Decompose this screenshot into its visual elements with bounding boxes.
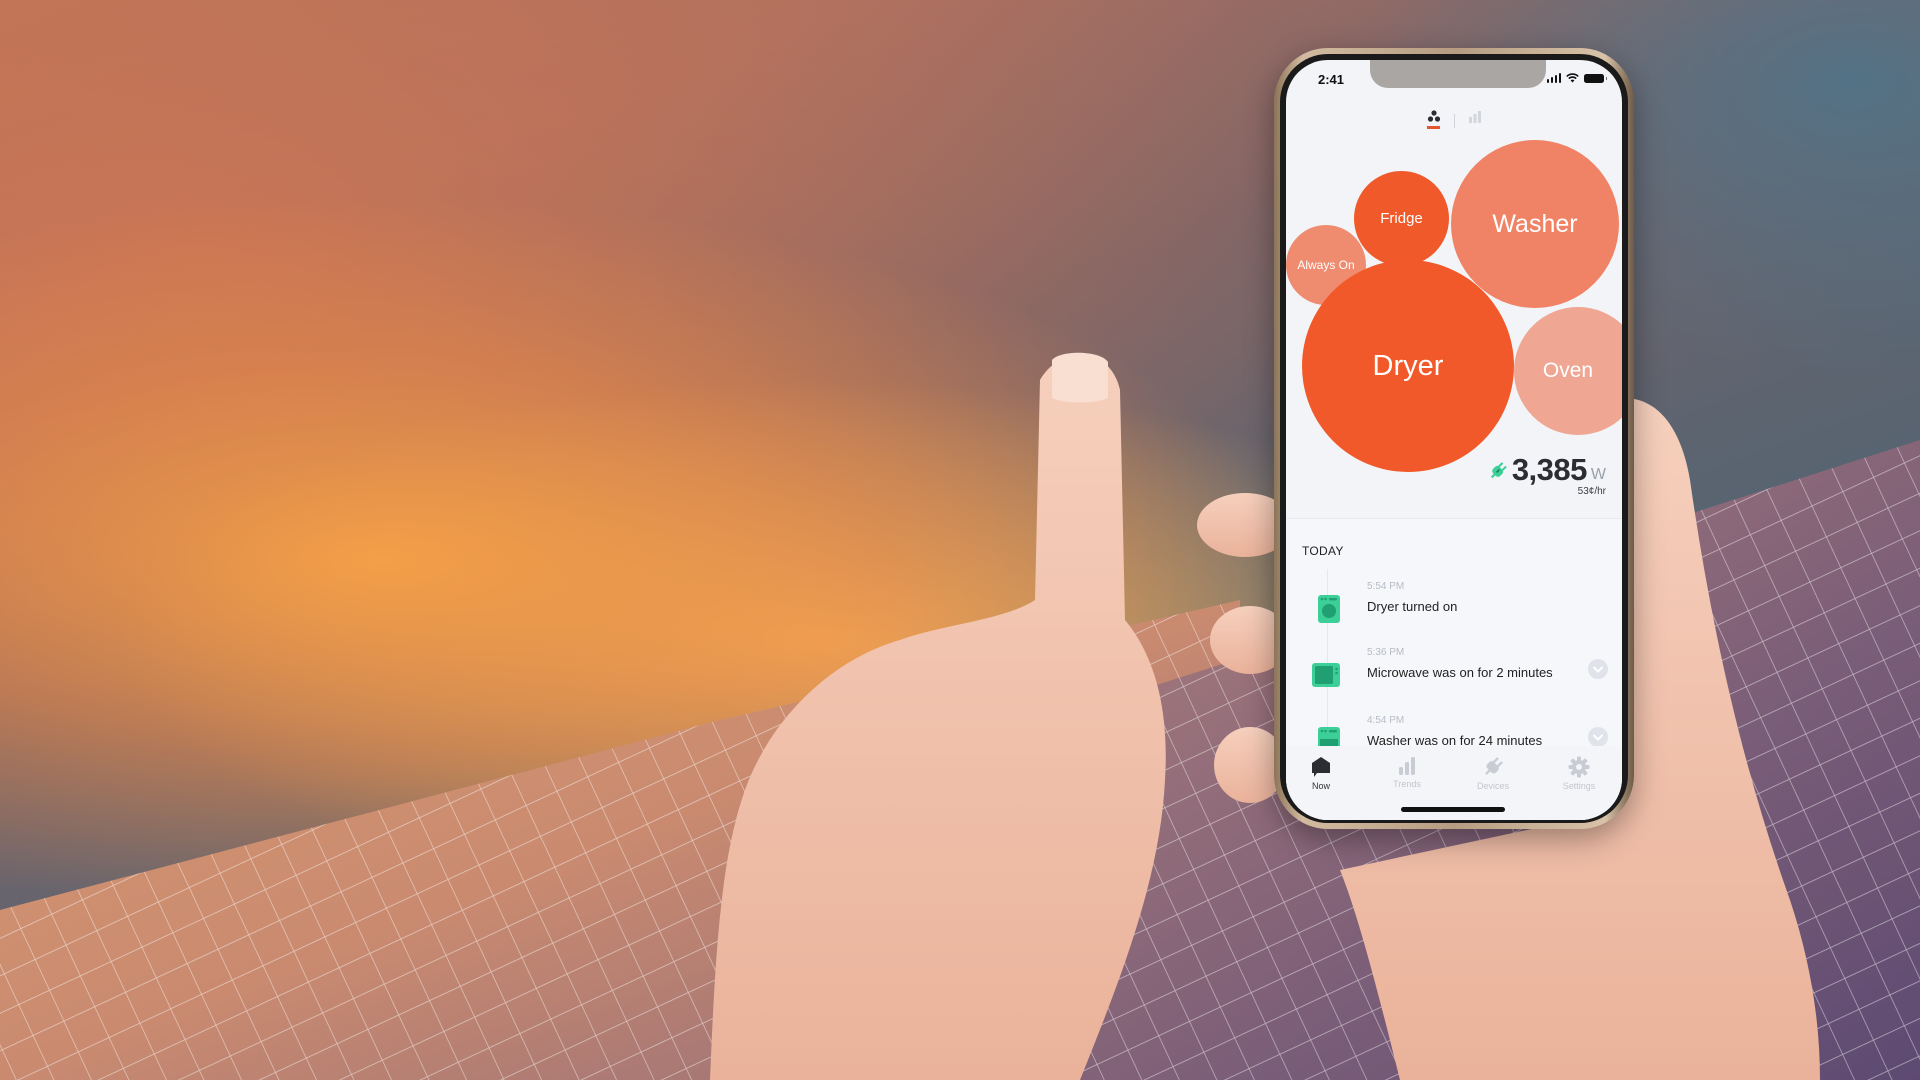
expand-button[interactable] — [1588, 659, 1608, 679]
power-cost: 53¢/hr — [1577, 486, 1606, 497]
bar-view-button[interactable] — [1465, 110, 1485, 132]
event-time: 4:54 PM — [1367, 715, 1405, 726]
event-text: Washer was on for 24 minutes — [1367, 733, 1543, 747]
home-indicator[interactable] — [1401, 807, 1505, 812]
event-time: 5:36 PM — [1367, 647, 1405, 658]
washer-icon — [1318, 727, 1340, 747]
list-item[interactable]: 4:54 PM Washer was on for 24 minutes — [1286, 715, 1622, 747]
toggle-divider — [1453, 114, 1455, 128]
plug-icon — [1490, 462, 1507, 479]
tab-label: Settings — [1562, 781, 1596, 791]
event-time: 5:54 PM — [1367, 581, 1405, 592]
bubbles-icon — [1427, 110, 1440, 122]
plug-icon — [1485, 757, 1503, 775]
chevron-down-icon — [1593, 734, 1603, 741]
smartphone: 2:41 Always On Fridge Washer Dryer Oven … — [1274, 48, 1634, 829]
list-item[interactable]: 5:36 PM Microwave was on for 2 minutes — [1286, 647, 1622, 707]
tab-trends[interactable]: Trends — [1372, 756, 1442, 789]
bubble-label: Washer — [1492, 209, 1578, 238]
usage-bubble-chart: Always On Fridge Washer Dryer Oven — [1286, 140, 1622, 472]
view-toggle — [1286, 110, 1622, 132]
bubble-label: Always On — [1297, 258, 1355, 272]
chevron-down-icon — [1593, 666, 1603, 673]
battery-icon — [1584, 73, 1607, 83]
current-power: 3,385 W 53¢/hr — [1488, 454, 1606, 497]
status-time: 2:41 — [1318, 72, 1345, 87]
status-icons — [1546, 73, 1607, 83]
event-text: Microwave was on for 2 minutes — [1367, 665, 1553, 680]
tab-now[interactable]: Now — [1286, 756, 1356, 791]
bubble-dryer[interactable]: Dryer — [1302, 260, 1514, 472]
bubble-label: Oven — [1542, 359, 1594, 382]
dryer-icon — [1318, 595, 1340, 623]
notch — [1370, 60, 1546, 88]
active-indicator — [1427, 126, 1440, 129]
tab-label: Now — [1311, 781, 1330, 791]
bar-chart-icon — [1468, 111, 1481, 123]
bubble-washer[interactable]: Washer — [1451, 140, 1619, 308]
bubble-label: Dryer — [1372, 349, 1444, 382]
bubble-view-button[interactable] — [1424, 110, 1444, 132]
power-value: 3,385 — [1511, 452, 1588, 487]
expand-button[interactable] — [1588, 727, 1608, 747]
list-item[interactable]: 5:54 PM Dryer turned on — [1286, 581, 1622, 641]
cellular-signal-icon — [1546, 73, 1561, 83]
tab-label: Devices — [1476, 781, 1509, 791]
section-title: TODAY — [1302, 544, 1344, 558]
tab-devices[interactable]: Devices — [1458, 756, 1528, 791]
gear-icon — [1568, 756, 1590, 778]
bubble-fridge[interactable]: Fridge — [1354, 171, 1449, 266]
tab-label: Trends — [1393, 779, 1421, 789]
power-unit: W — [1590, 466, 1606, 483]
home-icon — [1312, 757, 1330, 777]
tab-settings[interactable]: Settings — [1544, 756, 1614, 791]
phone-screen: 2:41 Always On Fridge Washer Dryer Oven … — [1286, 60, 1622, 820]
bubble-oven[interactable]: Oven — [1514, 307, 1622, 435]
bubble-label: Fridge — [1380, 210, 1423, 227]
event-text: Dryer turned on — [1367, 599, 1458, 614]
microwave-icon — [1312, 663, 1340, 687]
wifi-icon — [1566, 73, 1579, 83]
bar-chart-icon — [1399, 757, 1415, 775]
